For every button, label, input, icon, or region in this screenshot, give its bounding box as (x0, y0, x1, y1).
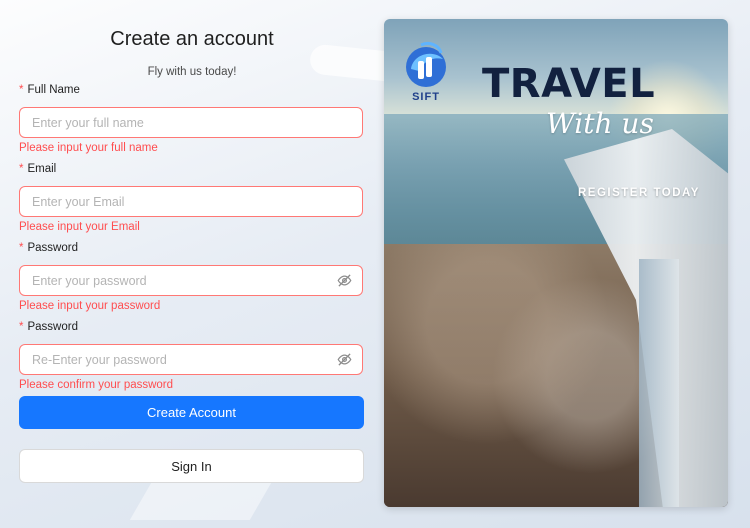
confirm-password-error: Please confirm your password (19, 379, 174, 391)
poster-script-text: With us (546, 107, 654, 140)
email-label: * Email (19, 163, 56, 175)
required-mark: * (19, 163, 24, 175)
eye-hidden-icon[interactable] (336, 273, 352, 289)
password-input[interactable] (30, 272, 336, 289)
required-mark: * (19, 84, 24, 96)
page-subtitle: Fly with us today! (147, 66, 237, 78)
sign-in-button[interactable]: Sign In (19, 449, 364, 483)
confirm-password-field[interactable] (19, 344, 363, 375)
full-name-label-text: Full Name (27, 84, 80, 96)
confirm-password-input[interactable] (30, 351, 336, 368)
password-label: * Password (19, 242, 78, 254)
sift-logo: SIFT (398, 39, 454, 109)
required-mark: * (19, 242, 24, 254)
sift-logo-icon (406, 41, 446, 87)
create-account-button[interactable]: Create Account (19, 396, 364, 429)
password-label-text: Password (27, 242, 78, 254)
poster-headline: TRAVEL (482, 61, 656, 107)
page-title: Create an account (110, 28, 274, 50)
register-card: Create an account Fly with us today! * Fu… (0, 0, 750, 528)
full-name-field[interactable] (19, 107, 363, 138)
full-name-input[interactable] (30, 114, 352, 131)
password-error: Please input your password (19, 300, 161, 312)
airplane-wing-strip (639, 259, 679, 507)
full-name-error: Please input your full name (19, 142, 158, 154)
email-input[interactable] (30, 193, 352, 210)
required-mark: * (19, 321, 24, 333)
eye-hidden-icon[interactable] (336, 352, 352, 368)
brand-name: SIFT (412, 91, 440, 103)
confirm-password-label-text: Password (27, 321, 78, 333)
email-label-text: Email (27, 163, 57, 175)
email-error: Please input your Email (19, 221, 140, 233)
confirm-password-label: * Password (19, 321, 78, 333)
register-today-text: REGISTER TODAY (578, 187, 700, 199)
travel-poster-image: SIFT TRAVEL With us REGISTER TODAY (384, 19, 728, 507)
full-name-label: * Full Name (19, 84, 80, 96)
email-field[interactable] (19, 186, 363, 217)
password-field[interactable] (19, 265, 363, 296)
